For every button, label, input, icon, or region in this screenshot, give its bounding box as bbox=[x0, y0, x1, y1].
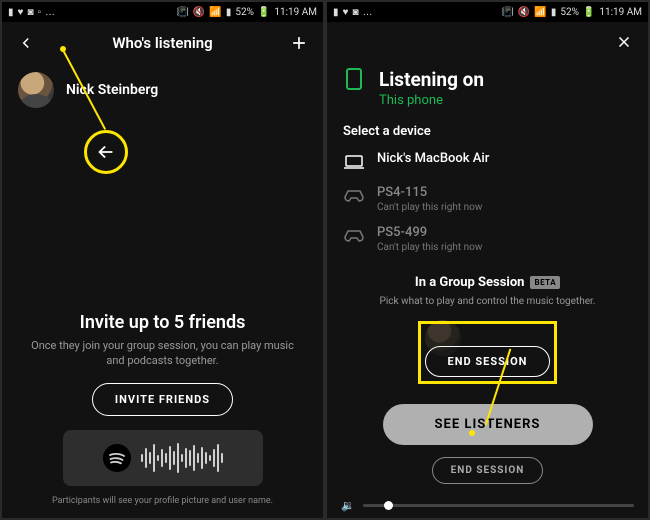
see-listeners-button[interactable]: SEE LISTENERS bbox=[383, 404, 593, 445]
volume-icon: 🔉 bbox=[341, 499, 355, 512]
battery-icon: 🔋 bbox=[258, 7, 270, 18]
battery-text: 52% bbox=[235, 7, 254, 18]
device-row-ps4[interactable]: PS4-115 Can't play this right now bbox=[327, 179, 648, 219]
volume-row: 🔉 bbox=[327, 499, 648, 512]
clock-text: 11:19 AM bbox=[599, 7, 642, 18]
page-title: Who's listening bbox=[112, 34, 212, 52]
status-bar: ▮ ♥ ◙ … 📳 🔇 📶 ▮ 52% 🔋 11:19 AM bbox=[327, 2, 648, 22]
end-session-button[interactable]: END SESSION bbox=[432, 457, 544, 484]
header: Who's listening bbox=[2, 22, 323, 64]
group-session-block: In a Group Session BETA Pick what to pla… bbox=[327, 271, 648, 484]
beta-badge: BETA bbox=[530, 276, 560, 289]
spotify-code-card[interactable] bbox=[63, 430, 263, 486]
gamepad-icon bbox=[343, 225, 365, 247]
device-sub: Can't play this right now bbox=[377, 202, 482, 213]
callout-end-session-box: END SESSION bbox=[418, 321, 558, 384]
laptop-icon bbox=[343, 151, 365, 173]
invite-block: Invite up to 5 friends Once they join yo… bbox=[2, 312, 323, 506]
spotify-code-waveform bbox=[141, 443, 223, 473]
callout-dot bbox=[469, 430, 475, 436]
device-row-ps5[interactable]: PS5-499 Can't play this right now bbox=[327, 219, 648, 259]
add-button[interactable] bbox=[287, 31, 311, 55]
heart-icon: ♥ bbox=[343, 7, 349, 18]
device-sub: Can't play this right now bbox=[377, 242, 482, 253]
close-button[interactable] bbox=[612, 30, 636, 54]
back-button[interactable] bbox=[14, 31, 38, 55]
device-name: Nick's MacBook Air bbox=[377, 151, 489, 166]
callout-circle bbox=[84, 130, 128, 174]
more-icon: … bbox=[45, 7, 55, 18]
invite-friends-button[interactable]: INVITE FRIENDS bbox=[92, 383, 233, 416]
device-row-macbook[interactable]: Nick's MacBook Air bbox=[327, 145, 648, 179]
vibrate-icon: 📳 bbox=[176, 7, 188, 18]
wifi-icon: 📶 bbox=[534, 7, 546, 18]
heart-icon: ♥ bbox=[18, 7, 24, 18]
select-device-label: Select a device bbox=[327, 114, 648, 145]
gamepad-icon bbox=[343, 185, 365, 207]
vibrate-icon: 📳 bbox=[501, 7, 513, 18]
image-icon: ▫ bbox=[38, 7, 42, 18]
app-icon: ◙ bbox=[27, 7, 33, 18]
group-session-title: In a Group Session bbox=[415, 275, 525, 290]
listening-title: Listening on bbox=[379, 68, 484, 91]
phone-icon bbox=[343, 68, 365, 90]
profile-row: Nick Steinberg bbox=[2, 64, 323, 116]
volume-slider[interactable] bbox=[363, 504, 634, 507]
phone-right: ▮ ♥ ◙ … 📳 🔇 📶 ▮ 52% 🔋 11:19 AM Listening… bbox=[327, 2, 648, 518]
notification-icon: ▮ bbox=[8, 7, 14, 18]
volume-thumb[interactable] bbox=[384, 501, 393, 510]
end-session-button-highlighted[interactable]: END SESSION bbox=[425, 346, 551, 377]
app-icon: ◙ bbox=[352, 7, 358, 18]
more-icon: … bbox=[363, 7, 373, 18]
signal-icon: ▮ bbox=[226, 7, 232, 18]
mute-icon: 🔇 bbox=[193, 7, 205, 18]
spotify-logo-icon bbox=[103, 444, 131, 472]
battery-icon: 🔋 bbox=[583, 7, 595, 18]
phone-left: ▮ ♥ ◙ ▫ … 📳 🔇 📶 ▮ 52% 🔋 11:19 AM Who's l… bbox=[2, 2, 323, 518]
status-bar: ▮ ♥ ◙ ▫ … 📳 🔇 📶 ▮ 52% 🔋 11:19 AM bbox=[2, 2, 323, 22]
battery-text: 52% bbox=[560, 7, 579, 18]
avatar bbox=[18, 72, 54, 108]
invite-subtitle: Once they join your group session, you c… bbox=[22, 339, 303, 369]
invite-footnote: Participants will see your profile pictu… bbox=[22, 496, 303, 506]
wifi-icon: 📶 bbox=[209, 7, 221, 18]
signal-icon: ▮ bbox=[551, 7, 557, 18]
clock-text: 11:19 AM bbox=[274, 7, 317, 18]
mute-icon: 🔇 bbox=[518, 7, 530, 18]
device-name: PS4-115 bbox=[377, 185, 482, 200]
invite-title: Invite up to 5 friends bbox=[22, 312, 303, 333]
notification-icon: ▮ bbox=[333, 7, 339, 18]
listening-subtitle: This phone bbox=[379, 93, 484, 108]
group-session-sub: Pick what to play and control the music … bbox=[327, 296, 648, 307]
listening-header: Listening on This phone bbox=[327, 54, 648, 114]
device-name: PS5-499 bbox=[377, 225, 482, 240]
